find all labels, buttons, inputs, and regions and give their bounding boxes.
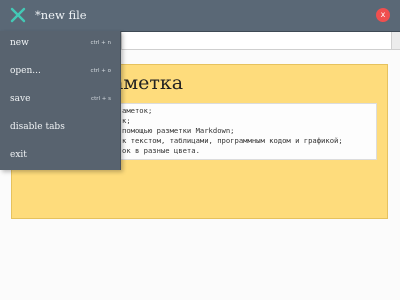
window-title: *new file [35,8,87,22]
code-line: помощью разметки Markdown; [122,126,235,135]
file-menu: new ctrl + n open... ctrl + o save ctrl … [0,31,121,170]
code-line: к текстом, таблицами, программным кодом … [122,136,343,145]
menu-toggle-button[interactable] [9,6,27,24]
menu-item-shortcut: ctrl + n [90,40,111,46]
menu-item-shortcut: ctrl + s [91,96,111,102]
menu-item-label: open... [10,66,41,76]
title-bar: *new file x [0,0,400,32]
menu-item-label: disable tabs [10,122,65,132]
menu-item-exit[interactable]: exit [0,145,120,167]
tab-active[interactable] [121,32,392,49]
editor-window: *new file x аметка аметок; к; помощью ра… [0,0,400,300]
menu-item-disable-tabs[interactable]: disable tabs [0,117,120,139]
code-line: к; [122,116,131,125]
menu-item-open[interactable]: open... ctrl + o [0,61,120,83]
menu-item-new[interactable]: new ctrl + n [0,33,120,55]
close-x-icon [10,7,26,23]
menu-item-shortcut: ctrl + o [90,68,111,74]
menu-item-label: save [10,94,31,104]
note-heading: аметка [112,72,184,94]
code-line: ок в разные цвета. [122,146,200,155]
menu-item-label: new [10,38,29,48]
code-line: аметок; [122,106,153,115]
close-icon: x [380,10,386,19]
menu-item-label: exit [10,150,27,160]
close-button[interactable]: x [376,8,390,22]
menu-item-save[interactable]: save ctrl + s [0,89,120,111]
